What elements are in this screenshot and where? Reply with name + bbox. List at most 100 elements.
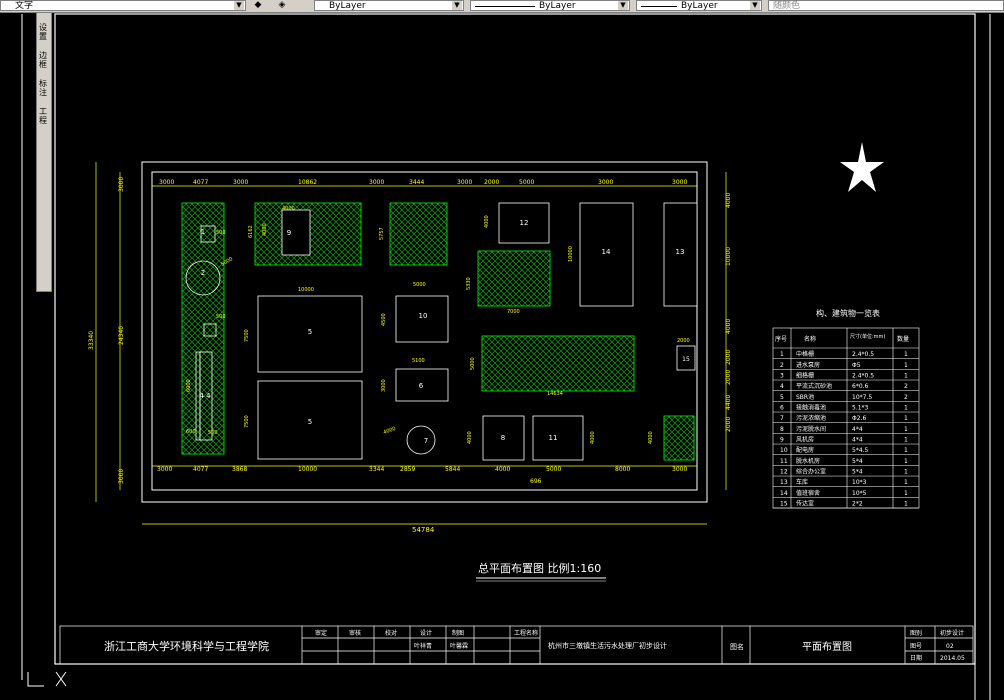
dim-text: 2000 (725, 350, 732, 365)
table-cell-qty: 2 (904, 394, 908, 401)
table-cell-name: SBR池 (796, 393, 814, 401)
role-approve: 审定 (315, 629, 327, 637)
table-cell-size: 10*5 (852, 490, 867, 497)
unit-label: 5 (308, 328, 312, 336)
dim-text: 3444 (409, 179, 424, 186)
dim-text: 3868 (232, 466, 247, 473)
table-cell-size: Φ2.6 (852, 415, 866, 422)
north-arrow-icon (840, 142, 884, 192)
table-cell-size: 5*4.5 (852, 447, 869, 454)
role-check: 校对 (385, 629, 397, 637)
unit-label: 9 (287, 229, 291, 237)
dim-text: 4077 (193, 179, 208, 186)
dim-text: 3000 (118, 469, 125, 484)
unit-7-circle (406, 425, 436, 455)
dim-text: 600 (186, 429, 196, 435)
table-cell-no: 4 (780, 383, 784, 390)
unit-label: 15 (682, 356, 690, 363)
dim-text: 2859 (400, 466, 415, 473)
table-cell-no: 12 (780, 469, 788, 476)
hatched-area-corner (663, 415, 695, 461)
dim-text: 3000 (457, 179, 472, 186)
dim-text: 3000 (157, 466, 172, 473)
table-cell-name: 脱水机房 (796, 457, 820, 465)
unit-label: 5 (308, 418, 312, 426)
dim-text: 3000 (159, 179, 174, 186)
table-cell-name: 车库 (796, 478, 808, 486)
table-cell-name: 传达室 (796, 500, 814, 508)
role-design: 设计 (420, 629, 432, 637)
unit-label: 2 (201, 269, 205, 277)
table-cell-qty: 1 (904, 373, 908, 380)
hatched-area-top-mid (389, 202, 448, 266)
table-cell-qty: 1 (904, 501, 908, 508)
table-cell-size: 10*3 (852, 479, 867, 486)
dim-text: 4000 (590, 431, 596, 444)
dim-text: 10000 (725, 247, 732, 266)
dim-text: 4000 (725, 319, 732, 334)
table-cell-no: 6 (780, 405, 784, 412)
dim-text: 3000 (672, 179, 687, 186)
unit-label: 12 (520, 219, 529, 227)
project-name: 杭州市三墩镇生活污水处理厂初步设计 (548, 641, 667, 650)
table-cell-name: 值班宿舍 (796, 489, 820, 497)
dim-text: 4077 (193, 466, 208, 473)
table-cell-size: Φ5 (852, 362, 861, 369)
designer-name: 叶祥青 (414, 642, 432, 650)
dim-overall-text: 54784 (412, 526, 435, 534)
dim-text: 4000 (725, 193, 732, 208)
table-cell-no: 13 (780, 479, 788, 486)
dim-text: 5000 (519, 179, 534, 186)
table-cell-name: 进水泵房 (796, 361, 820, 369)
dim-text: 4000 (648, 431, 654, 444)
dim-text: 7000 (507, 309, 520, 315)
info-value-number: 02 (946, 643, 954, 650)
dim-text: 3000 (233, 179, 248, 186)
dim-text: 5330 (466, 277, 472, 290)
dim-text: 10000 (298, 466, 317, 473)
table-cell-size: 6*0.6 (852, 383, 869, 390)
table-cell-no: 5 (780, 394, 784, 401)
unit-label: 8 (501, 434, 505, 442)
drawing-name-label: 图名 (730, 642, 744, 651)
drawing-name: 平面布置图 (802, 641, 852, 653)
table-cell-size: 5.1*3 (852, 405, 869, 412)
table-cell-size: 2.4*0.5 (852, 373, 874, 380)
dim-text: 4000 (484, 215, 490, 228)
dim-text: 500 (216, 230, 226, 236)
dim-text: 3000 (381, 379, 387, 392)
dim-text: 7500 (244, 329, 250, 342)
info-value-date: 2014.05 (940, 655, 965, 662)
table-cell-qty: 1 (904, 362, 908, 369)
unit-label: 4 4 (199, 392, 211, 400)
dim-text: 10000 (298, 287, 314, 293)
drawing-canvas[interactable]: 3000 4077 3000 10862 3000 3444 3000 2000… (0, 0, 1004, 700)
table-cell-size: 5*4 (852, 469, 863, 476)
table-cell-name: 细格栅 (796, 372, 814, 380)
dim-text: 2000 (725, 417, 732, 432)
table-cell-qty: 1 (904, 490, 908, 497)
info-label-number: 图号 (910, 643, 922, 650)
table-title: 构、建筑物一览表 (816, 308, 880, 318)
unit-11-box (532, 415, 584, 461)
table-header-no: 序号 (775, 335, 787, 343)
dim-text: 3000 (369, 179, 384, 186)
dim-text: 3000 (672, 466, 687, 473)
dim-text: 4000 (282, 206, 295, 212)
drafter-name: 叶馨霖 (450, 642, 468, 650)
table-cell-no: 8 (780, 426, 784, 433)
dim-text: 4000 (383, 426, 397, 436)
table-cell-qty: 1 (904, 469, 908, 476)
drawing-title: 总平面布置图 比例1:160 (478, 561, 601, 575)
unit-label: 11 (549, 434, 558, 442)
dim-text: 5000 (546, 466, 561, 473)
dim-text: 10862 (298, 179, 317, 186)
unit-label: 14 (602, 248, 611, 256)
table-cell-no: 15 (780, 501, 788, 508)
table-header-qty: 数量 (897, 335, 909, 343)
dim-text: 3344 (369, 466, 384, 473)
dim-text: 4000 (495, 466, 510, 473)
info-label-date: 日期 (910, 654, 922, 662)
dim-text: 6000 (186, 379, 192, 392)
dim-text: 5100 (412, 358, 425, 364)
